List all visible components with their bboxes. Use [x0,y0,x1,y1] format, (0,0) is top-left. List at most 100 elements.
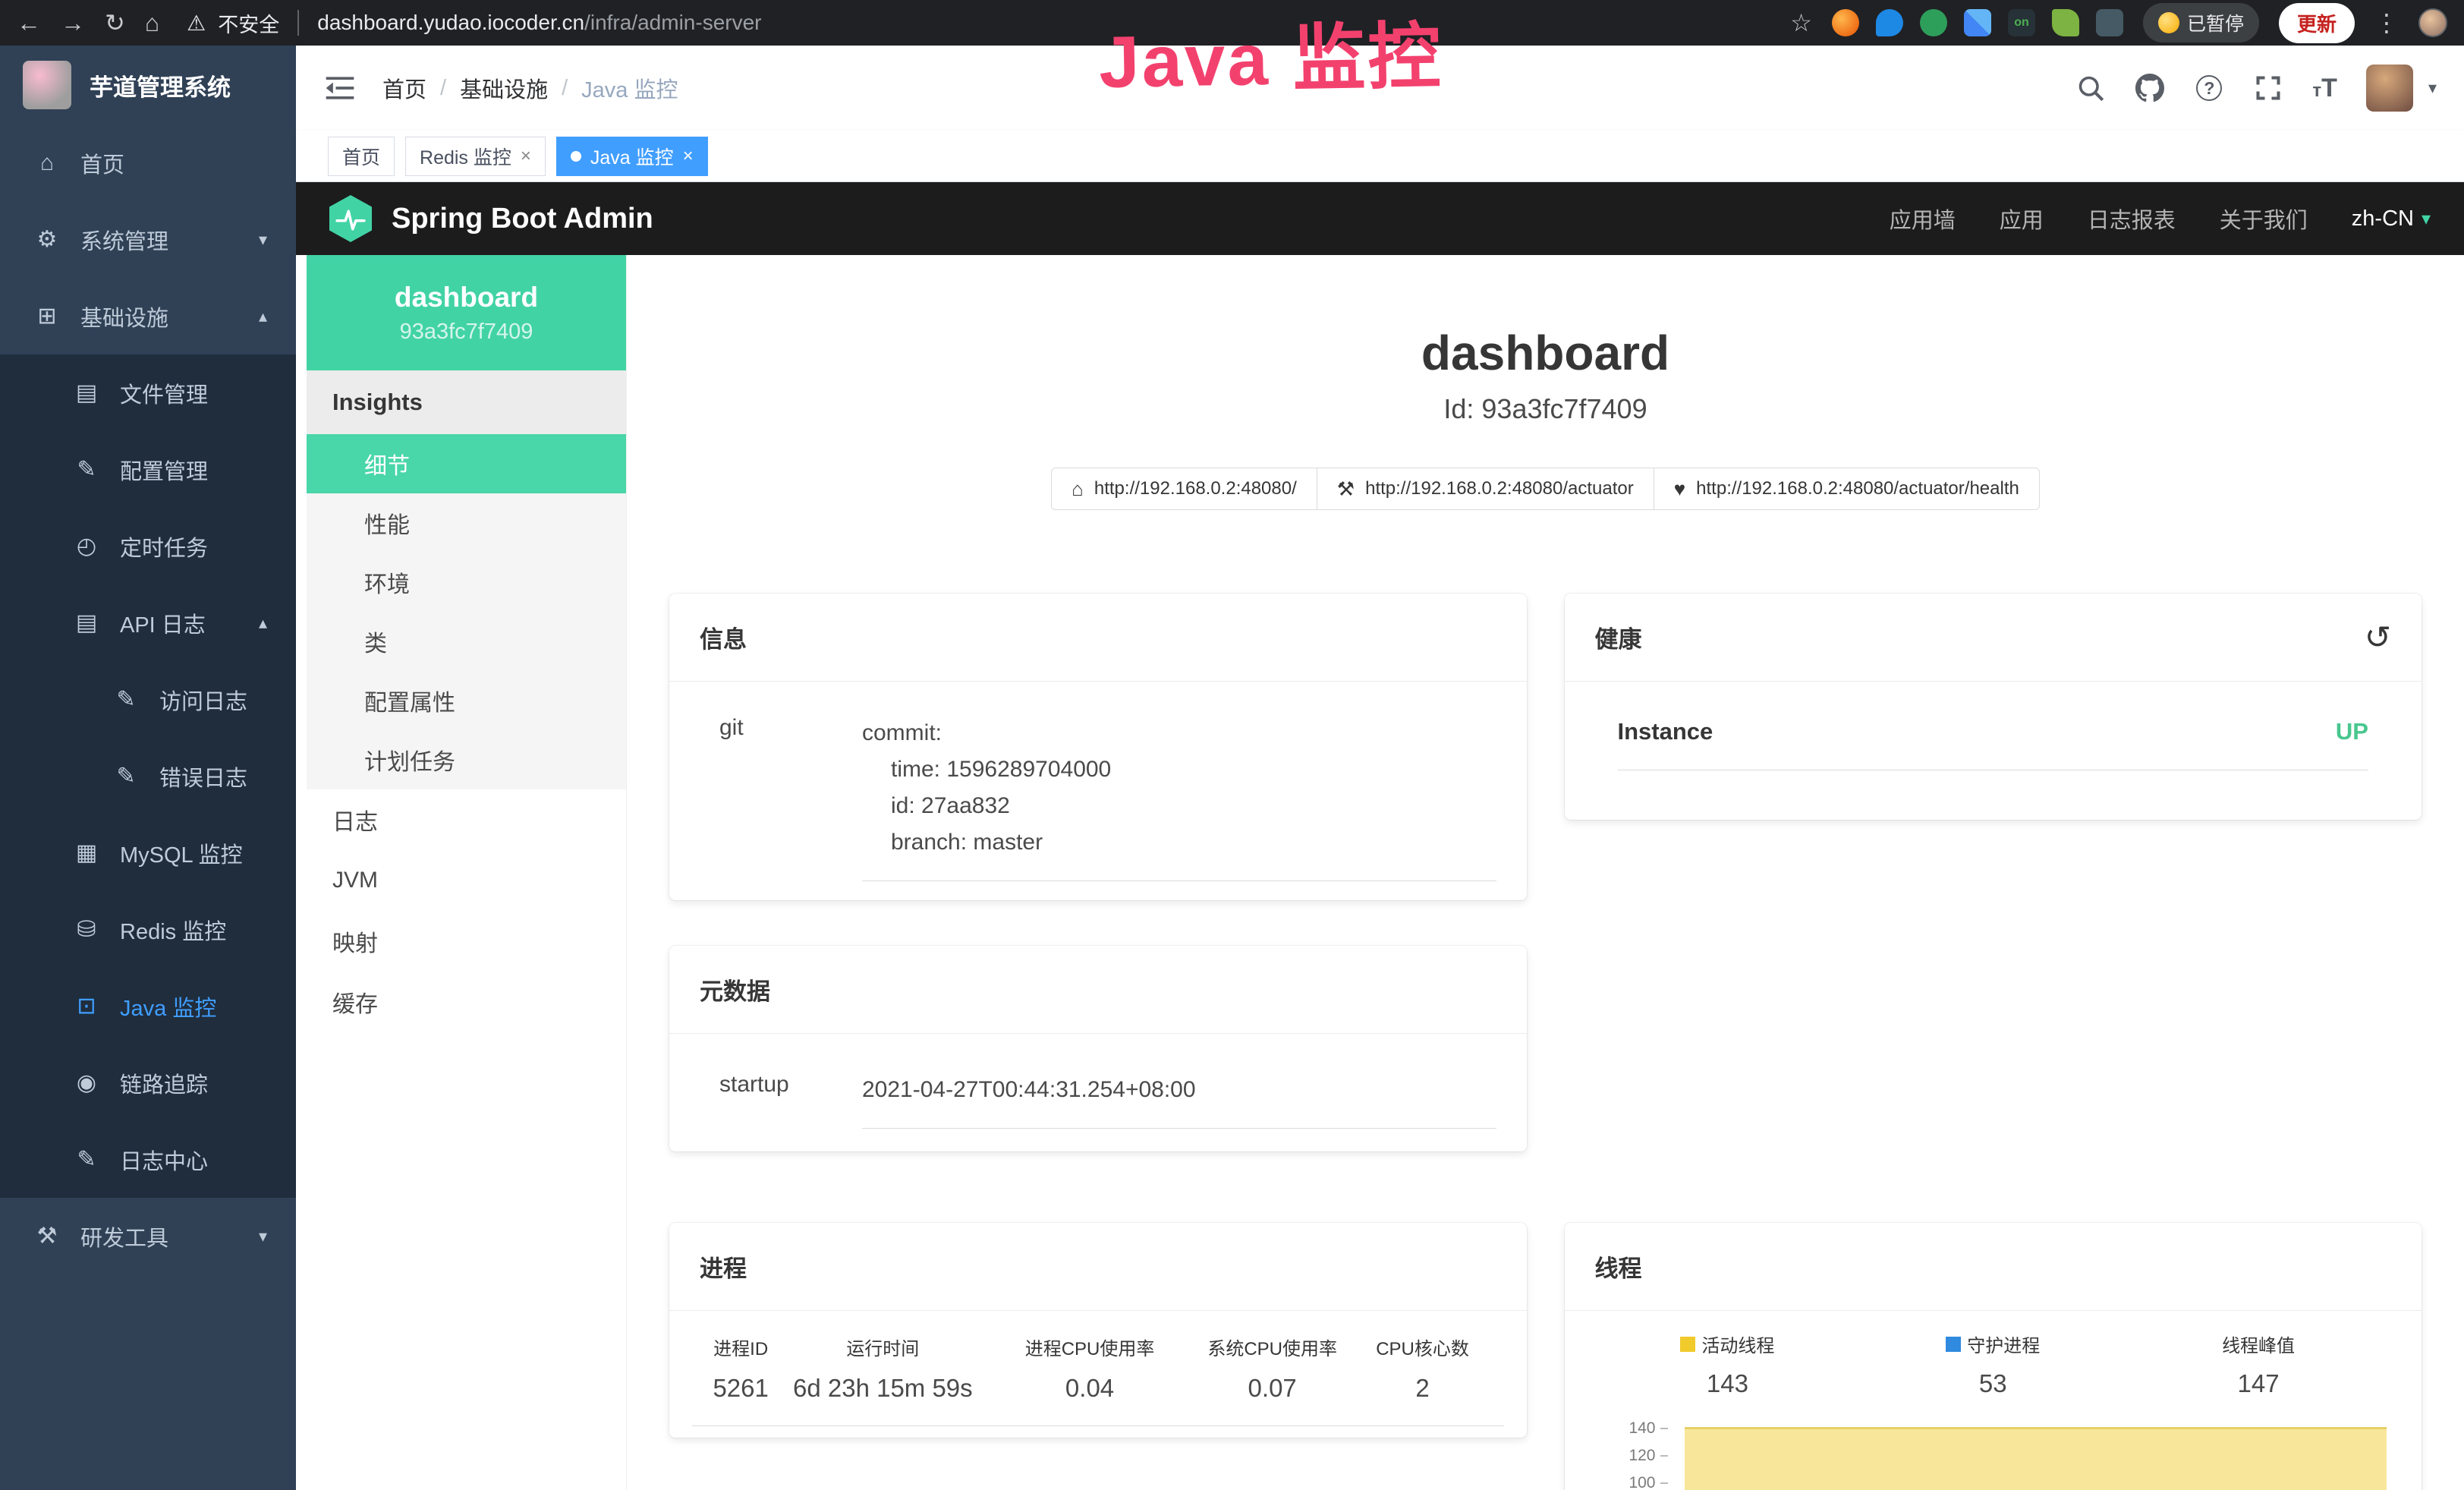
info-key: git [700,715,862,881]
history-icon[interactable]: ↺ [2365,619,2391,656]
avatar-caret-down-icon[interactable]: ▾ [2428,78,2437,98]
sba-item-scheduled-tasks[interactable]: 计划任务 [307,730,626,789]
extension-icon-drop[interactable] [1876,9,1903,36]
sidebar-item-error-logs[interactable]: ✎ 错误日志 [0,738,296,814]
security-warning-icon[interactable]: ⚠ [187,11,206,36]
sidebar-item-trace[interactable]: ◉ 链路追踪 [0,1044,296,1121]
browser-menu-kebab-icon[interactable]: ⋮ [2374,11,2399,35]
sidebar-item-label: 日志中心 [120,1144,208,1176]
process-card-title: 进程 [669,1223,1527,1311]
sba-nav-journal[interactable]: 日志报表 [2088,203,2176,235]
update-button[interactable]: 更新 [2279,3,2355,43]
sba-item-environment[interactable]: 环境 [307,553,626,612]
edit-icon: ✎ [73,456,100,483]
extension-icon-green-circle[interactable] [1920,9,1947,36]
chevron-down-icon: ▾ [259,1227,267,1246]
legend-yellow-swatch [1680,1337,1695,1352]
extension-icon-switch-on[interactable]: on [2008,9,2035,36]
sba-item-mappings[interactable]: 映射 [307,911,626,972]
sba-item-classes[interactable]: 类 [307,612,626,671]
active-dot [571,151,581,162]
locale-label: zh-CN [2352,206,2414,232]
instance-health-link[interactable]: ♥ http://192.168.0.2:48080/actuator/heal… [1654,468,2040,510]
sidebar-item-java-monitor[interactable]: ⊡ Java 监控 [0,968,296,1044]
sidebar-item-log-center[interactable]: ✎ 日志中心 [0,1121,296,1198]
font-size-icon[interactable]: тТ [2312,74,2337,103]
sba-nav-applications[interactable]: 应用 [2000,203,2044,235]
sba-item-performance[interactable]: 性能 [307,493,626,553]
process-card: 进程 进程ID5261 运行时间6d 23h 15m 59s 进程CPU使用率0… [669,1223,1527,1438]
sba-main: dashboard Id: 93a3fc7f7409 ⌂ http://192.… [627,255,2464,1490]
bookmark-star-icon[interactable]: ☆ [1790,11,1812,35]
chevron-up-icon: ▴ [259,307,267,326]
extension-icon-leaf[interactable] [2052,9,2079,36]
browser-home-icon[interactable]: ⌂ [145,11,159,35]
app-title: 芋道管理系统 [90,68,231,102]
process-col-value: 6d 23h 15m 59s [789,1374,976,1403]
sidebar-item-scheduled-jobs[interactable]: ◴ 定时任务 [0,508,296,584]
chevron-down-icon: ▾ [259,230,267,250]
app-logo-row[interactable]: 芋道管理系统 [0,46,296,124]
help-icon[interactable]: ? [2194,73,2224,103]
sidebar-item-dev-tools[interactable]: ⚒ 研发工具 ▾ [0,1198,296,1274]
process-col-header: 进程CPU使用率 [976,1334,1203,1360]
sidebar-item-redis-monitor[interactable]: ⛁ Redis 监控 [0,891,296,968]
sba-item-details[interactable]: 细节 [307,434,626,493]
reload-icon[interactable]: ↻ [105,11,125,35]
tag-label: Redis 监控 [420,143,511,170]
app-sidebar: 芋道管理系统 ⌂ 首页 ⚙ 系统管理 ▾ ⊞ 基础设施 ▴ ▤ 文件管理 ✎ [0,46,296,1490]
sba-instance-block[interactable]: dashboard 93a3fc7f7409 [307,255,626,370]
locale-selector[interactable]: zh-CN ▾ [2352,206,2431,232]
hamburger-icon[interactable] [323,71,357,105]
process-col-value: 0.04 [976,1374,1203,1403]
sba-item-logs[interactable]: 日志 [307,789,626,850]
sba-item-caches[interactable]: 缓存 [307,972,626,1032]
link-label: http://192.168.0.2:48080/actuator/health [1696,478,2019,499]
tag-label: Java 监控 [590,143,674,170]
search-icon[interactable] [2075,73,2106,103]
sidebar-item-label: Java 监控 [120,991,216,1022]
instance-root-link[interactable]: ⌂ http://192.168.0.2:48080/ [1051,468,1317,510]
sidebar-item-config-management[interactable]: ✎ 配置管理 [0,431,296,508]
sidebar-item-access-logs[interactable]: ✎ 访问日志 [0,661,296,738]
sidebar-item-system-management[interactable]: ⚙ 系统管理 ▾ [0,201,296,278]
breadcrumb-home[interactable]: 首页 [382,72,426,104]
tag-java-monitor[interactable]: Java 监控 × [556,137,708,176]
tag-redis-monitor[interactable]: Redis 监控 × [405,137,546,176]
metadata-value: 2021-04-27T00:44:31.254+08:00 [862,1072,1496,1129]
sidebar-item-api-logs[interactable]: ▤ API 日志 ▴ [0,584,296,661]
sba-nav-wall[interactable]: 应用墙 [1890,203,1956,235]
browser-profile-avatar[interactable] [2418,8,2447,37]
breadcrumb-section[interactable]: 基础设施 [460,72,548,104]
sidebar-item-infrastructure[interactable]: ⊞ 基础设施 ▴ [0,278,296,354]
sba-item-jvm[interactable]: JVM [307,850,626,911]
back-icon[interactable]: ← [17,11,41,35]
extension-icon-puzzle[interactable] [2096,9,2123,36]
instance-actuator-link[interactable]: ⚒ http://192.168.0.2:48080/actuator [1317,468,1654,510]
tag-home[interactable]: 首页 [328,137,395,176]
sidebar-item-mysql-monitor[interactable]: ▦ MySQL 监控 [0,814,296,891]
url-text[interactable]: dashboard.yudao.iocoder.cn/infra/admin-s… [317,11,761,35]
extension-icon-grid[interactable] [1964,9,1991,36]
user-avatar[interactable] [2366,65,2413,112]
paused-badge[interactable]: 已暂停 [2143,3,2259,43]
heart-icon: ♥ [1674,477,1685,501]
process-col-value: 0.07 [1204,1374,1342,1403]
sba-nav: 应用墙 应用 日志报表 关于我们 zh-CN ▾ [1890,203,2431,235]
close-icon[interactable]: × [683,146,694,167]
sba-nav-about[interactable]: 关于我们 [2220,203,2308,235]
fullscreen-icon[interactable] [2253,73,2283,103]
sba-brand-title[interactable]: Spring Boot Admin [392,203,653,235]
sidebar-item-label: 访问日志 [159,684,247,716]
legend-blue-swatch [1946,1337,1961,1352]
sidebar-item-home[interactable]: ⌂ 首页 [0,124,296,201]
extension-icon-orange[interactable] [1832,9,1859,36]
github-icon[interactable] [2135,73,2165,103]
forward-icon[interactable]: → [61,11,85,35]
close-icon[interactable]: × [521,146,531,167]
sba-item-config-props[interactable]: 配置属性 [307,671,626,730]
java-monitor-icon: ⊡ [73,993,100,1019]
address-bar[interactable]: ⚠ 不安全 dashboard.yudao.iocoder.cn/infra/a… [187,8,761,38]
sidebar-item-file-management[interactable]: ▤ 文件管理 [0,354,296,431]
sidebar-item-label: 链路追踪 [120,1067,208,1099]
